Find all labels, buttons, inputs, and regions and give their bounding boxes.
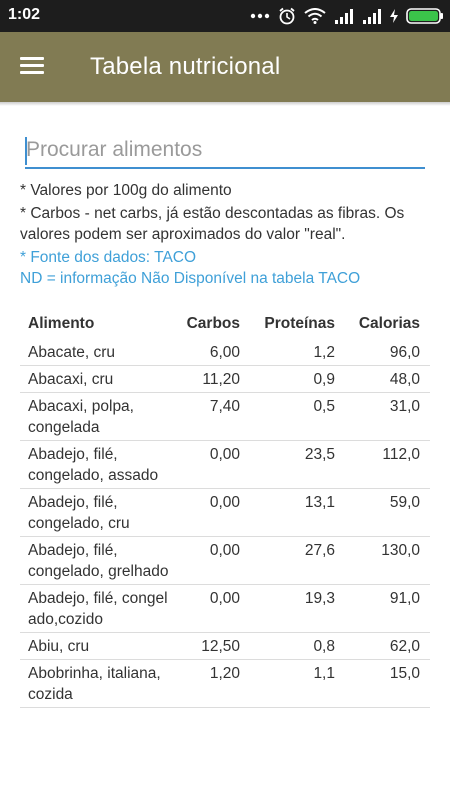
- food-calories: 112,0: [382, 446, 420, 463]
- food-name: Abacaxi, cru: [28, 371, 114, 388]
- table-row[interactable]: Abiu, cru 12,50 0,8 62,0: [20, 633, 430, 660]
- page-title: Tabela nutricional: [90, 53, 281, 80]
- status-time: 1:02: [8, 6, 41, 23]
- food-name: Abadejo, filé, congelado,cozido: [28, 590, 168, 628]
- app-bar: Tabela nutricional: [0, 32, 450, 102]
- alarm-icon: [279, 7, 295, 25]
- food-carbs: 6,00: [209, 344, 240, 361]
- food-carbs: 0,00: [209, 494, 240, 511]
- food-name: Abiu, cru: [28, 638, 90, 655]
- food-carbs: 7,40: [209, 398, 240, 415]
- status-icons: [250, 6, 444, 26]
- food-protein: 0,9: [313, 371, 335, 388]
- text-cursor: [25, 137, 27, 165]
- food-calories: 130,0: [381, 542, 420, 559]
- food-calories: 31,0: [389, 398, 420, 415]
- table-row[interactable]: Abobrinha, italiana, cozida 1,20 1,1 15,…: [20, 660, 430, 708]
- header-protein: Proteínas: [264, 315, 335, 332]
- charging-icon: [390, 9, 398, 23]
- table-row[interactable]: Abacate, cru 6,00 1,2 96,0: [20, 339, 430, 366]
- nutrition-table: Alimento Carbos Proteínas Calorias Abaca…: [20, 313, 430, 708]
- hamburger-menu-icon[interactable]: [20, 54, 50, 80]
- food-protein: 1,1: [313, 665, 335, 682]
- food-name: Abacaxi, polpa, congelada: [28, 398, 134, 436]
- food-protein: 13,1: [304, 494, 335, 511]
- food-carbs: 12,50: [201, 638, 240, 655]
- food-protein: 27,6: [304, 542, 335, 559]
- food-calories: 48,0: [389, 371, 420, 388]
- table-row[interactable]: Abadejo, filé, congelado, cru 0,00 13,1 …: [20, 489, 430, 537]
- signal-icon-2: [363, 9, 381, 24]
- table-row[interactable]: Abadejo, filé, congelado,cozido 0,00 19,…: [20, 585, 430, 633]
- food-calories: 59,0: [389, 494, 420, 511]
- food-name: Abadejo, filé, congelado, assado: [28, 446, 159, 484]
- note-net-carbs: * Carbos - net carbs, já estão descontad…: [20, 205, 405, 243]
- food-calories: 96,0: [389, 344, 420, 361]
- food-protein: 19,3: [304, 590, 335, 607]
- food-calories: 15,0: [389, 665, 420, 682]
- food-protein: 1,2: [313, 344, 335, 361]
- table-row[interactable]: Abacaxi, cru 11,20 0,9 48,0: [20, 366, 430, 393]
- food-protein: 0,8: [313, 638, 335, 655]
- header-calories: Calorias: [358, 315, 420, 332]
- food-name: Abobrinha, italiana, cozida: [28, 665, 161, 703]
- food-carbs: 0,00: [209, 542, 240, 559]
- header-carbs: Carbos: [186, 315, 240, 332]
- food-carbs: 11,20: [202, 371, 240, 388]
- signal-icon: [335, 9, 353, 24]
- food-carbs: 0,00: [209, 446, 240, 463]
- food-calories: 91,0: [389, 590, 420, 607]
- battery-icon: [406, 8, 443, 24]
- table-header: Alimento Carbos Proteínas Calorias: [20, 313, 430, 339]
- food-protein: 23,5: [304, 446, 335, 463]
- food-name: Abadejo, filé, congelado, cru: [28, 494, 130, 532]
- food-carbs: 0,00: [209, 590, 240, 607]
- note-per-100g: * Valores por 100g do alimento: [20, 182, 232, 199]
- food-calories: 62,0: [389, 638, 420, 655]
- more-dots-icon: [250, 13, 270, 19]
- food-carbs: 1,20: [209, 665, 240, 682]
- food-name: Abadejo, filé, congelado, grelhado: [28, 542, 169, 580]
- table-row[interactable]: Abadejo, filé, congelado, assado 0,00 23…: [20, 441, 430, 489]
- note-data-source: * Fonte dos dados: TACO: [20, 249, 197, 266]
- wifi-icon: [304, 8, 326, 24]
- status-bar: 1:02: [0, 0, 450, 32]
- search-input[interactable]: [25, 133, 425, 169]
- table-row[interactable]: Abacaxi, polpa, congelada 7,40 0,5 31,0: [20, 393, 430, 441]
- header-food: Alimento: [28, 315, 95, 332]
- food-name: Abacate, cru: [28, 344, 116, 361]
- food-protein: 0,5: [313, 398, 335, 415]
- note-nd-definition: ND = informação Não Disponível na tabela…: [20, 270, 361, 287]
- app-bar-shadow: [0, 102, 450, 106]
- info-notes: * Valores por 100g do alimento * Carbos …: [20, 180, 432, 289]
- table-row[interactable]: Abadejo, filé, congelado, grelhado 0,00 …: [20, 537, 430, 585]
